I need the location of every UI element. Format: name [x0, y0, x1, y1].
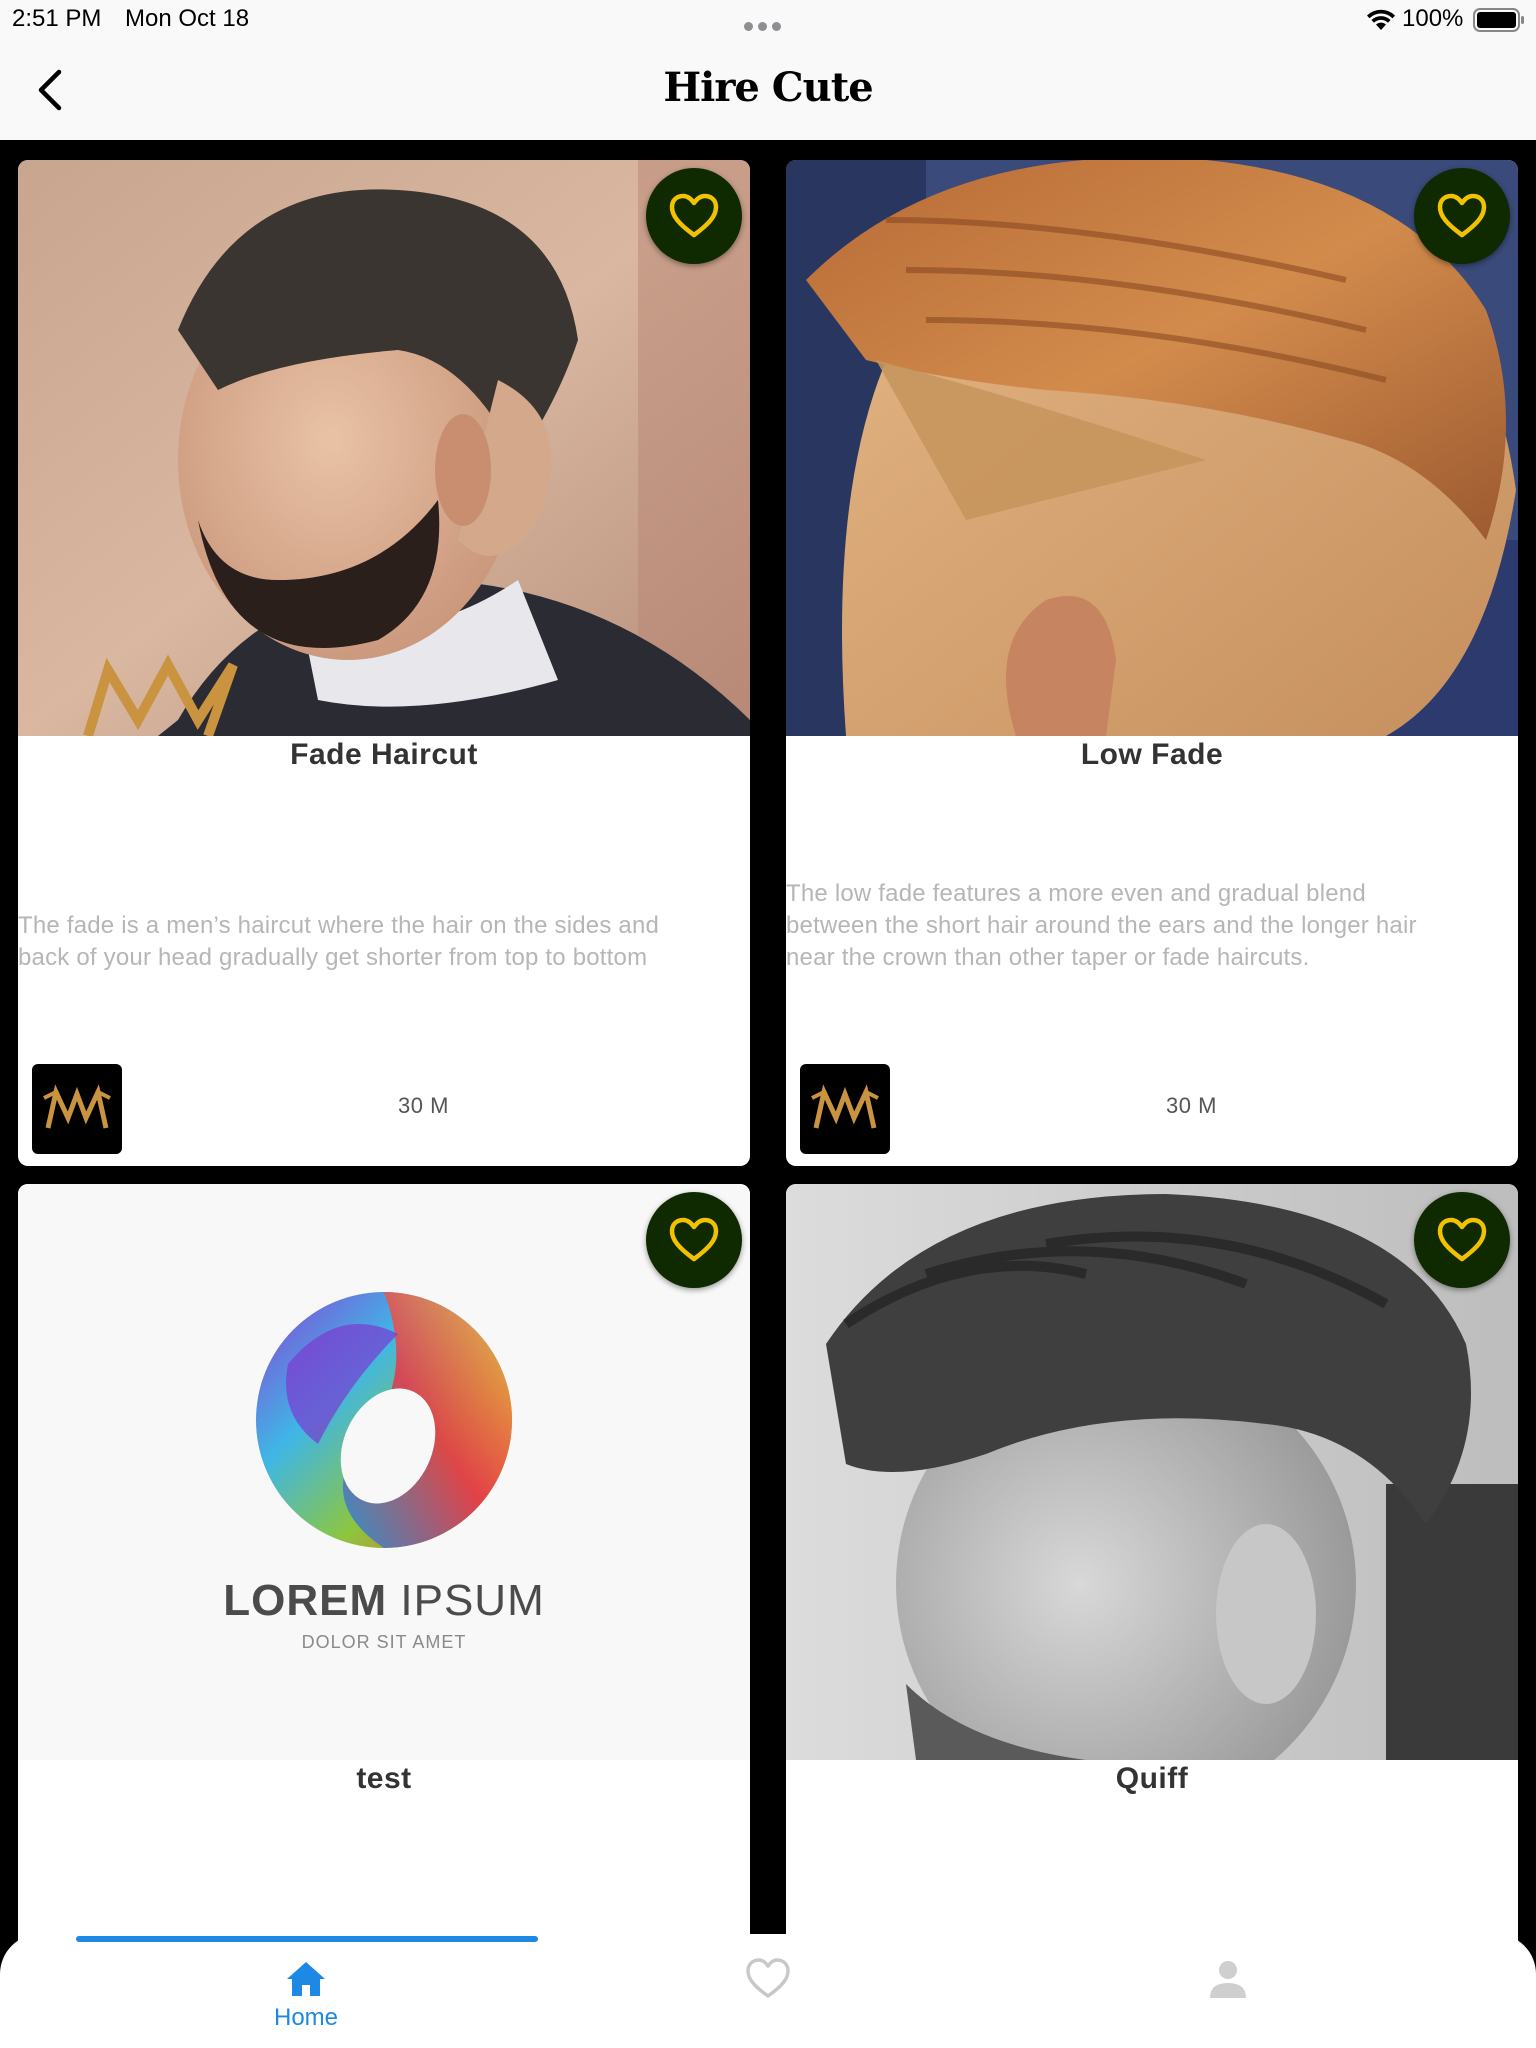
tab-home[interactable]: Home: [156, 1956, 456, 2042]
desc-line: The low fade features a more even and gr…: [786, 880, 1366, 907]
card-description: The low fade features a more even and gr…: [786, 854, 1518, 974]
tab-bar: Home: [0, 1934, 1536, 2048]
status-time: 2:51 PM: [12, 5, 102, 32]
card-duration: 30 M: [398, 1093, 449, 1118]
wifi-icon: [1367, 9, 1395, 30]
card-photo: [786, 1184, 1518, 1760]
m-logo-icon: [43, 1084, 111, 1129]
service-card-quiff[interactable]: Quiff: [786, 1184, 1518, 2048]
logo-text-light: IPSUM: [400, 1576, 545, 1625]
card-photo: LOREM IPSUM DOLOR SIT AMET: [18, 1184, 750, 1760]
provider-logo[interactable]: [32, 1064, 122, 1154]
desc-line: near the crown than other taper or fade …: [786, 944, 1310, 971]
provider-logo[interactable]: [800, 1064, 890, 1154]
favorite-button[interactable]: [1414, 168, 1510, 264]
desc-line: The fade is a men’s haircut where the ha…: [18, 912, 660, 939]
service-card-fade-haircut[interactable]: Fade Haircut The fade is a men’s haircut…: [18, 160, 750, 1166]
card-title: Low Fade: [1080, 738, 1224, 771]
person-icon: [1210, 1961, 1246, 1998]
tab-favorites[interactable]: [618, 1956, 918, 2042]
card-photo: [18, 160, 750, 736]
favorite-button[interactable]: [646, 1192, 742, 1288]
service-card-test[interactable]: LOREM IPSUM DOLOR SIT AMET test: [18, 1184, 750, 2048]
multitasking-dots-icon[interactable]: [744, 18, 792, 31]
card-title: test: [356, 1762, 412, 1795]
status-date: Mon Oct 18: [125, 5, 250, 32]
heart-icon: [1437, 1217, 1487, 1262]
logo-tagline: DOLOR SIT AMET: [301, 1632, 467, 1652]
heart-icon: [669, 193, 719, 238]
card-description: The fade is a men’s haircut where the ha…: [18, 854, 750, 974]
desc-line: back of your head gradually get shorter …: [18, 944, 648, 971]
card-title: Quiff: [1115, 1762, 1189, 1795]
heart-icon: [1437, 193, 1487, 238]
tab-label: Home: [273, 2004, 339, 2031]
tab-profile[interactable]: [1078, 1956, 1378, 2042]
card-photo: [786, 160, 1518, 736]
m-logo-icon: [811, 1084, 879, 1129]
favorite-button[interactable]: [646, 168, 742, 264]
battery-percent: 100%: [1402, 5, 1464, 32]
active-tab-indicator: [76, 1936, 538, 1942]
service-card-low-fade[interactable]: Low Fade The low fade features a more ev…: [786, 160, 1518, 1166]
desc-line: between the short hair around the ears a…: [786, 912, 1417, 939]
battery-icon: [1473, 8, 1524, 32]
logo-wordmark: LOREM IPSUM: [18, 1576, 750, 1626]
nav-bar: Hire Cute: [0, 42, 1536, 140]
card-title: Fade Haircut: [290, 738, 478, 771]
favorite-button[interactable]: [1414, 1192, 1510, 1288]
service-grid: Fade Haircut The fade is a men’s haircut…: [0, 140, 1536, 2048]
home-icon: [287, 1962, 325, 1996]
logo-text-bold: LOREM: [223, 1576, 388, 1625]
card-duration: 30 M: [1166, 1093, 1217, 1118]
page-title: Hire Cute: [663, 64, 873, 111]
heart-icon: [669, 1217, 719, 1262]
status-bar: 2:51 PM Mon Oct 18 100%: [0, 0, 1536, 42]
heart-icon: [746, 1958, 790, 1998]
